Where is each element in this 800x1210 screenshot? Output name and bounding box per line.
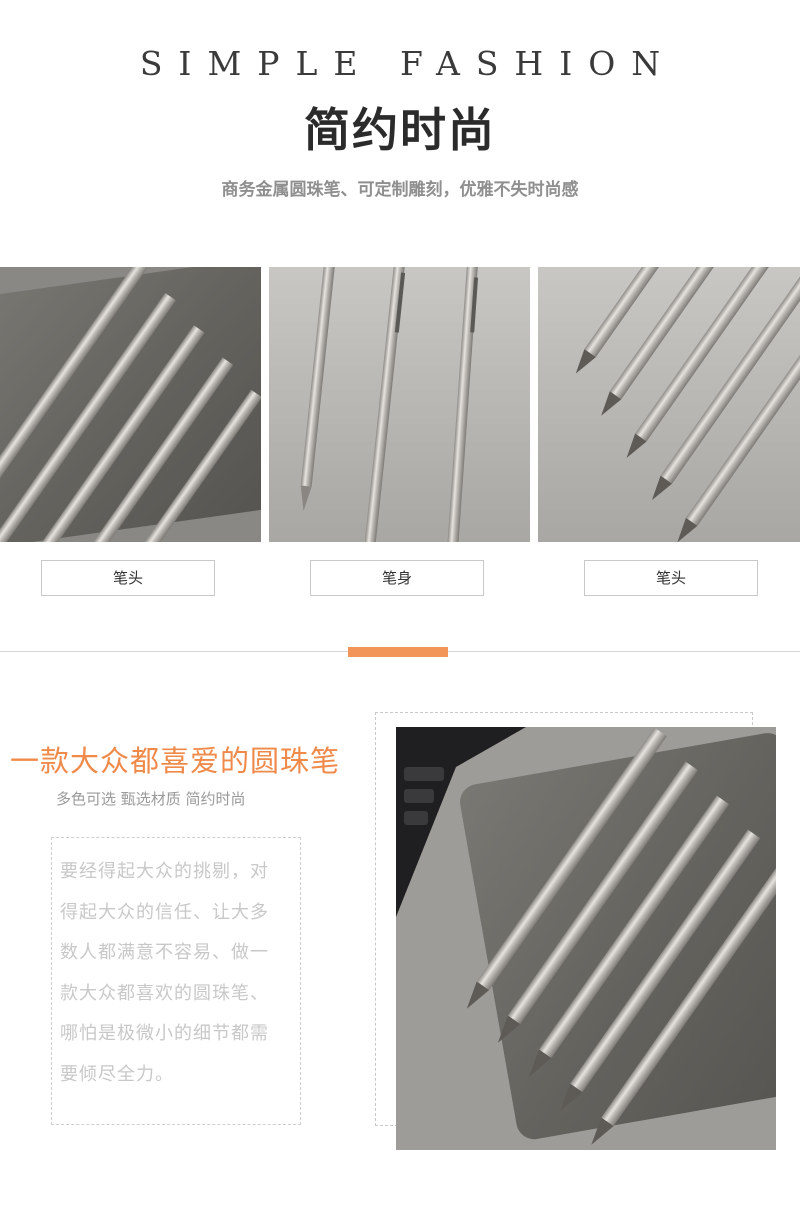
description-line: 要倾尽全力。 xyxy=(60,1063,174,1085)
description-line: 得起大众的信任、让大多 xyxy=(60,901,269,923)
feature-tags: 多色可选 甄选材质 简约时尚 xyxy=(56,790,246,808)
label-pen-body: 笔身 xyxy=(310,560,484,596)
description-box: 要经得起大众的挑剔，对 得起大众的信任、让大多 数人都满意不容易、做一 款大众都… xyxy=(51,837,301,1125)
description-line: 哪怕是极微小的细节都需 xyxy=(60,1023,269,1044)
photo-pen-tips-2 xyxy=(538,267,800,542)
label-pen-tip-2: 笔头 xyxy=(584,560,758,596)
photo-pen-body xyxy=(269,267,530,542)
description-line: 要经得起大众的挑剔，对 xyxy=(60,861,269,882)
description-line: 款大众都喜欢的圆珠笔、 xyxy=(60,982,269,1004)
title-chinese: 简约时尚 xyxy=(304,103,496,157)
subtitle: 商务金属圆珠笔、可定制雕刻，优雅不失时尚感 xyxy=(221,180,579,200)
divider-accent-bar xyxy=(348,647,448,657)
photo-pen-tips-1 xyxy=(0,267,261,542)
description-line: 数人都满意不容易、做一 xyxy=(60,942,269,963)
photo-pens-on-notebook xyxy=(396,727,776,1150)
description-text: 要经得起大众的挑剔，对 得起大众的信任、让大多 数人都满意不容易、做一 款大众都… xyxy=(60,852,300,1095)
feature-headline: 一款大众都喜爱的圆珠笔 xyxy=(10,744,341,778)
title-english: SIMPLE FASHION xyxy=(139,44,677,83)
label-pen-tip-1: 笔头 xyxy=(41,560,215,596)
